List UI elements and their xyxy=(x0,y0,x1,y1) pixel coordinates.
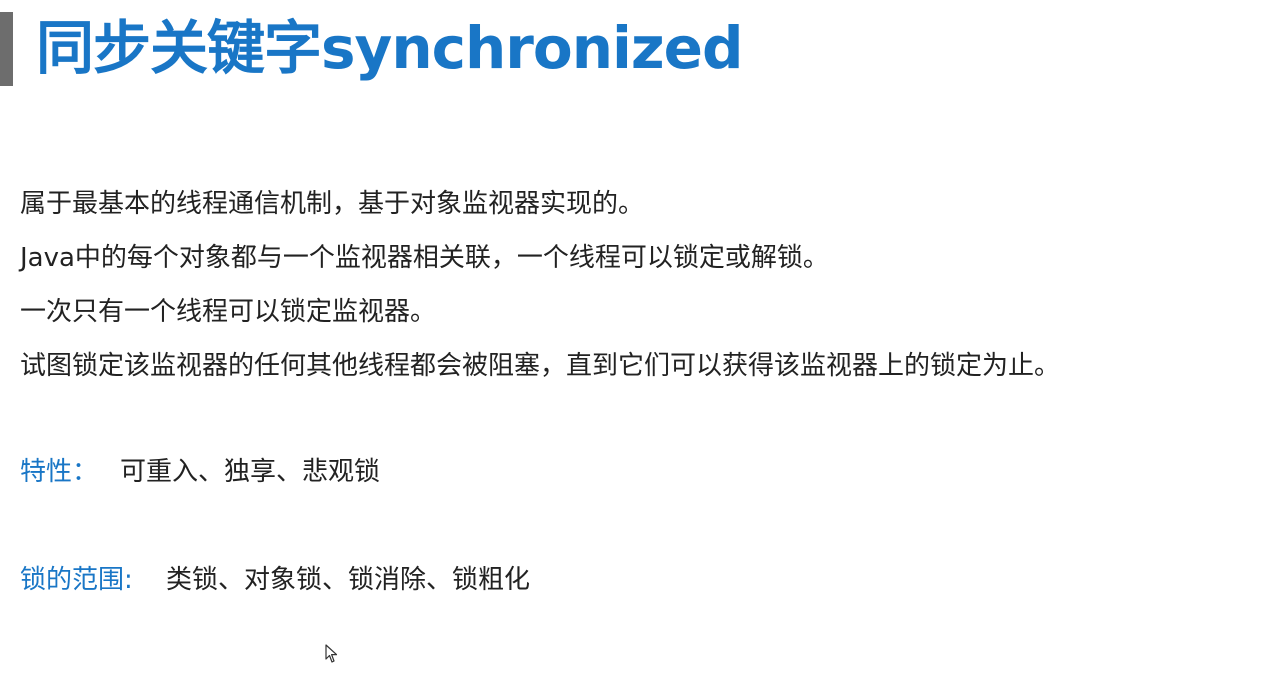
paragraph-monitor-mechanism: 属于最基本的线程通信机制，基于对象监视器实现的。 xyxy=(20,189,645,219)
paragraph-blocking: 试图锁定该监视器的任何其他线程都会被阻塞，直到它们可以获得该监视器上的锁定为止。 xyxy=(20,351,1061,381)
slide: 同步关键字synchronized 属于最基本的线程通信机制，基于对象监视器实现… xyxy=(0,0,1286,673)
features-row: 特性： 可重入、独享、悲观锁 xyxy=(20,454,380,490)
lock-scope-row: 锁的范围: 类锁、对象锁、锁消除、锁粗化 xyxy=(20,562,530,598)
features-value: 可重入、独享、悲观锁 xyxy=(120,457,381,487)
slide-title: 同步关键字synchronized xyxy=(36,14,744,82)
title-marker xyxy=(0,12,13,86)
mouse-pointer-icon xyxy=(325,644,338,663)
paragraph-single-thread-lock: 一次只有一个线程可以锁定监视器。 xyxy=(20,297,437,327)
features-label: 特性： xyxy=(20,457,99,487)
lock-scope-label: 锁的范围: xyxy=(20,565,133,595)
lock-scope-value: 类锁、对象锁、锁消除、锁粗化 xyxy=(166,565,531,595)
paragraph-object-monitor: Java中的每个对象都与一个监视器相关联，一个线程可以锁定或解锁。 xyxy=(20,243,829,273)
